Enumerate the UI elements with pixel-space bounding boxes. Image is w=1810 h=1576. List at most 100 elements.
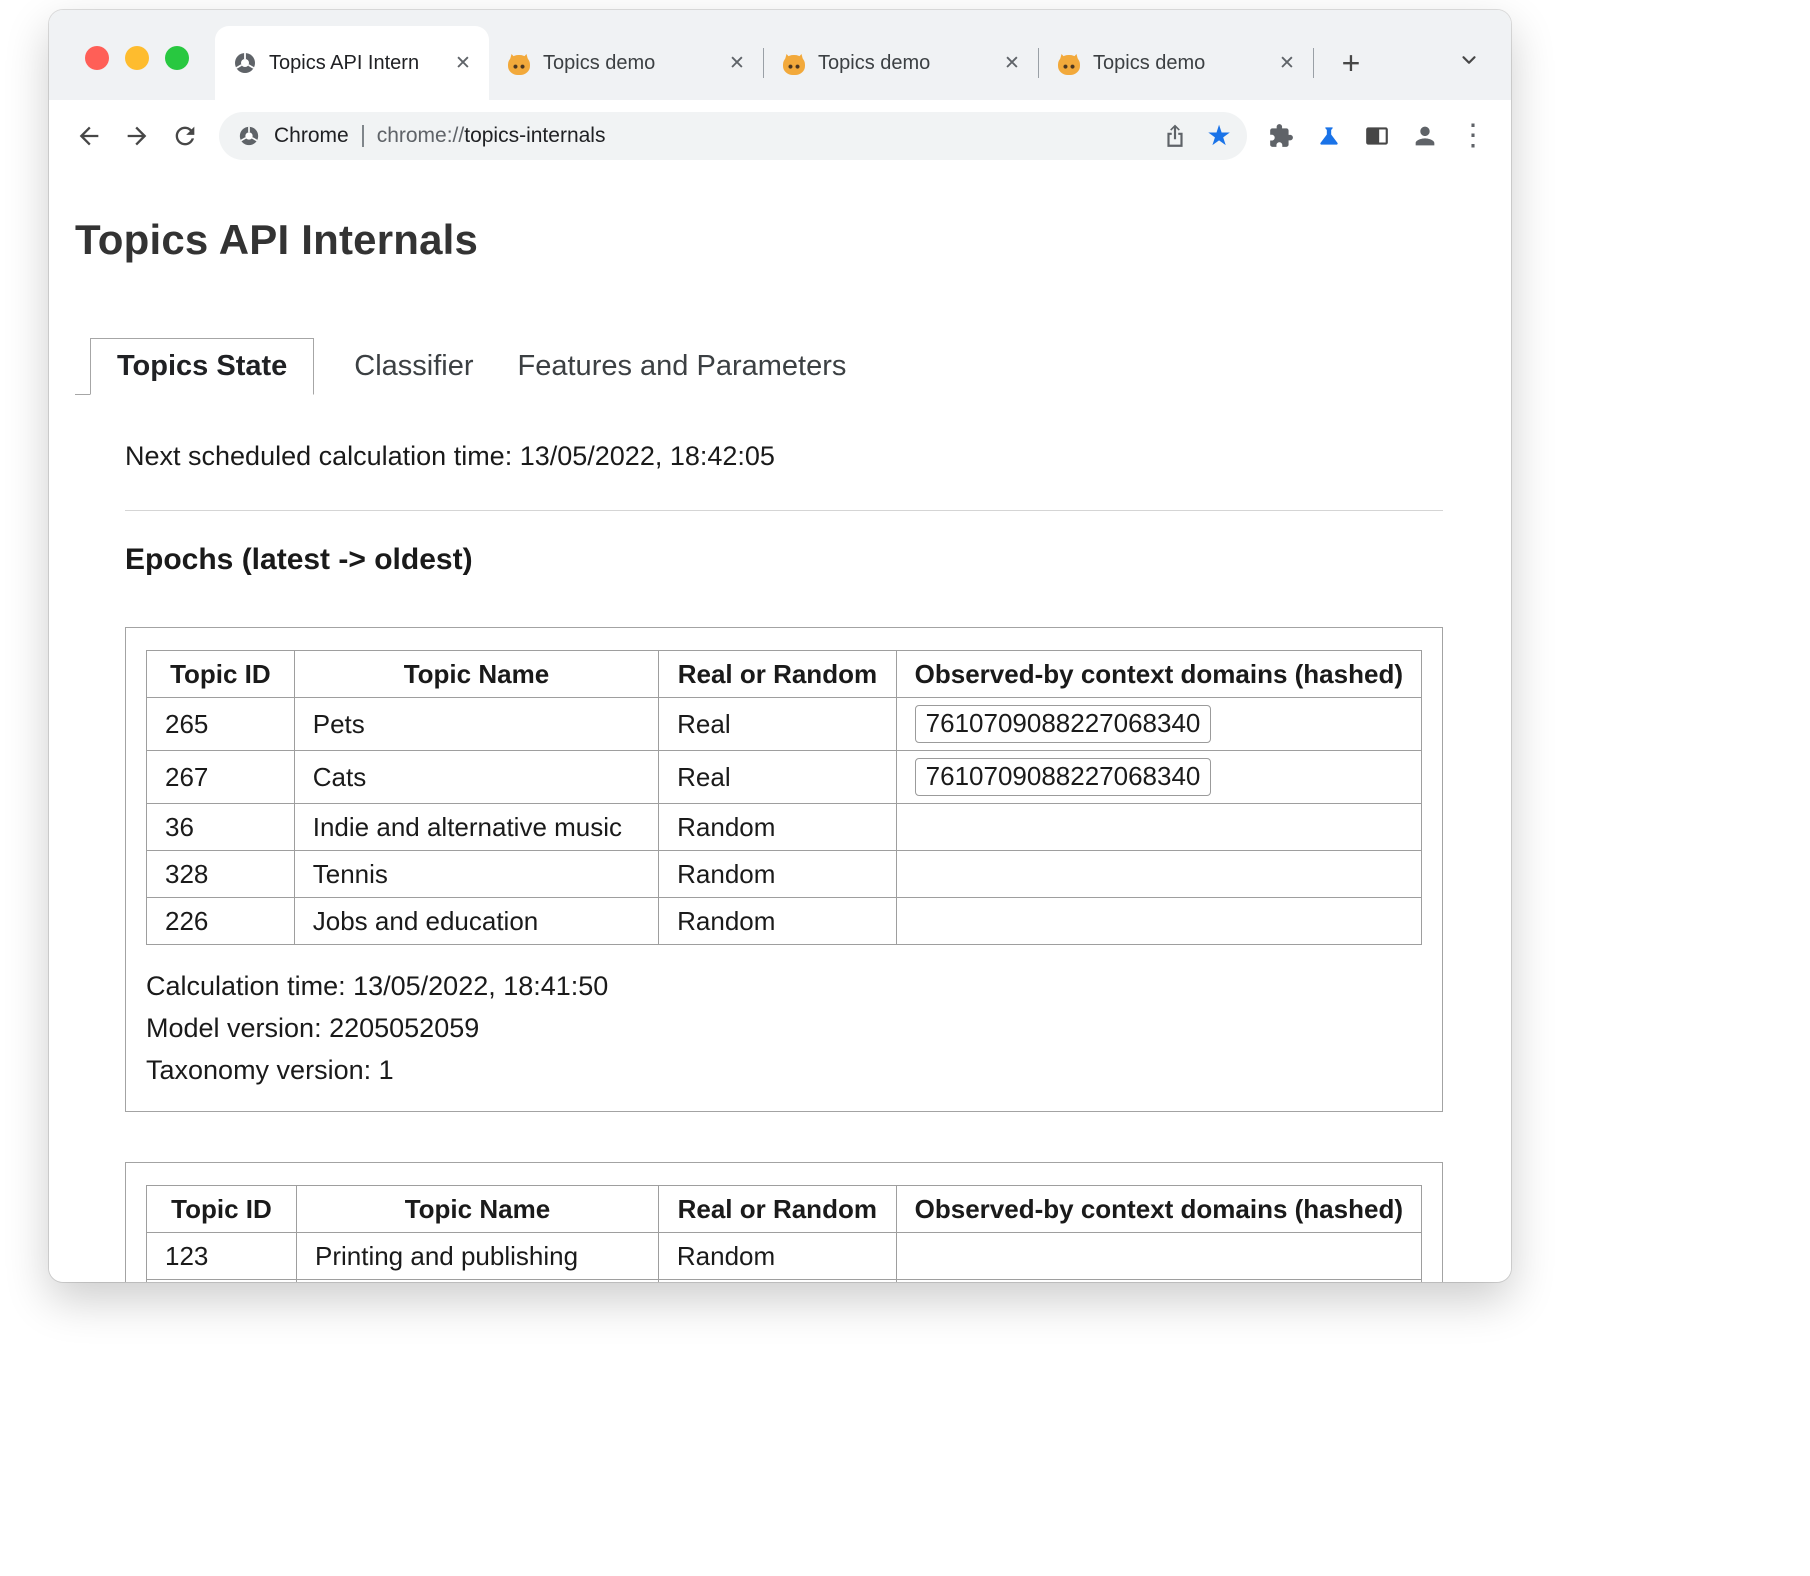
tab-strip: Topics API Intern ✕ Topics demo ✕ Topics… bbox=[49, 10, 1511, 100]
divider bbox=[125, 510, 1443, 511]
table-row: 36 Indie and alternative music Random bbox=[147, 804, 1422, 851]
table-row: 328 Tennis Random bbox=[147, 851, 1422, 898]
browser-tab-topics-demo-3[interactable]: Topics demo ✕ bbox=[1039, 26, 1313, 100]
table-row: 226 Jobs and education Random bbox=[147, 898, 1422, 945]
close-tab-icon[interactable]: ✕ bbox=[998, 49, 1026, 77]
chrome-icon bbox=[237, 124, 261, 148]
page-content: Topics API Internals Topics State Classi… bbox=[49, 172, 1511, 1282]
next-calculation-text: Next scheduled calculation time: 13/05/2… bbox=[125, 441, 1485, 472]
tab-separator bbox=[1313, 48, 1314, 78]
topics-state-panel: Next scheduled calculation time: 13/05/2… bbox=[125, 441, 1485, 1282]
tab-features-and-parameters[interactable]: Features and Parameters bbox=[518, 339, 847, 394]
column-real-or-random: Real or Random bbox=[658, 1186, 896, 1233]
browser-tab-topics-internals[interactable]: Topics API Intern ✕ bbox=[215, 26, 489, 100]
profile-icon[interactable] bbox=[1401, 112, 1449, 160]
browser-window: Topics API Intern ✕ Topics demo ✕ Topics… bbox=[49, 10, 1511, 1282]
close-tab-icon[interactable]: ✕ bbox=[1273, 49, 1301, 77]
real-or-random-cell: Real bbox=[659, 751, 897, 804]
column-topic-name: Topic Name bbox=[296, 1186, 658, 1233]
domains-cell bbox=[896, 804, 1421, 851]
url-separator bbox=[362, 125, 364, 147]
real-or-random-cell: Random bbox=[658, 1280, 896, 1283]
table-row: 200 Fibre and textile arts Random bbox=[147, 1280, 1422, 1283]
browser-tab-topics-demo-2[interactable]: Topics demo ✕ bbox=[764, 26, 1038, 100]
topic-id-cell: 265 bbox=[147, 698, 295, 751]
topic-id-cell: 200 bbox=[147, 1280, 297, 1283]
side-panel-icon[interactable] bbox=[1353, 112, 1401, 160]
site-label: Chrome bbox=[274, 124, 349, 148]
epoch-meta: Calculation time: 13/05/2022, 18:41:50 M… bbox=[146, 965, 1422, 1091]
topic-id-cell: 328 bbox=[147, 851, 295, 898]
epoch-box-older: Topic ID Topic Name Real or Random Obser… bbox=[125, 1162, 1443, 1282]
back-button[interactable] bbox=[65, 112, 113, 160]
bookmark-star-icon[interactable]: ★ bbox=[1197, 114, 1241, 158]
experiments-flask-icon[interactable] bbox=[1305, 112, 1353, 160]
close-window-button[interactable] bbox=[85, 46, 109, 70]
topic-name-cell: Fibre and textile arts bbox=[296, 1280, 658, 1283]
column-observed-domains: Observed-by context domains (hashed) bbox=[896, 651, 1421, 698]
topic-id-cell: 36 bbox=[147, 804, 295, 851]
cat-icon bbox=[782, 51, 806, 75]
epochs-heading: Epochs (latest -> oldest) bbox=[125, 543, 1485, 577]
topic-name-cell: Cats bbox=[294, 751, 658, 804]
calculation-time: Calculation time: 13/05/2022, 18:41:50 bbox=[146, 965, 1422, 1007]
page-tab-bar: Topics State Classifier Features and Par… bbox=[90, 338, 1485, 395]
hashed-domain-value: 7610709088227068340 bbox=[915, 705, 1212, 743]
column-topic-name: Topic Name bbox=[294, 651, 658, 698]
table-header-row: Topic ID Topic Name Real or Random Obser… bbox=[147, 1186, 1422, 1233]
model-version: Model version: 2205052059 bbox=[146, 1007, 1422, 1049]
menu-icon[interactable]: ⋮ bbox=[1449, 112, 1497, 160]
topic-id-cell: 226 bbox=[147, 898, 295, 945]
chrome-page-icon bbox=[233, 51, 257, 75]
minimize-window-button[interactable] bbox=[125, 46, 149, 70]
epoch-box-latest: Topic ID Topic Name Real or Random Obser… bbox=[125, 627, 1443, 1112]
address-bar-text: Chrome chrome://topics-internals bbox=[237, 124, 1153, 148]
share-icon[interactable] bbox=[1153, 114, 1197, 158]
topics-table: Topic ID Topic Name Real or Random Obser… bbox=[146, 1185, 1422, 1282]
real-or-random-cell: Random bbox=[658, 1233, 896, 1280]
table-header-row: Topic ID Topic Name Real or Random Obser… bbox=[147, 651, 1422, 698]
new-tab-button[interactable]: + bbox=[1330, 42, 1372, 84]
tab-topics-state[interactable]: Topics State bbox=[90, 338, 314, 395]
reload-button[interactable] bbox=[161, 112, 209, 160]
tab-title: Topics demo bbox=[543, 52, 711, 75]
close-tab-icon[interactable]: ✕ bbox=[449, 49, 477, 77]
close-tab-icon[interactable]: ✕ bbox=[723, 49, 751, 77]
url-scheme: chrome:// bbox=[377, 124, 465, 147]
hashed-domain-value: 7610709088227068340 bbox=[915, 758, 1212, 796]
domains-cell: 7610709088227068340 bbox=[896, 751, 1421, 804]
zoom-window-button[interactable] bbox=[165, 46, 189, 70]
table-row: 265 Pets Real 7610709088227068340 bbox=[147, 698, 1422, 751]
forward-button[interactable] bbox=[113, 112, 161, 160]
table-row: 267 Cats Real 7610709088227068340 bbox=[147, 751, 1422, 804]
address-bar[interactable]: Chrome chrome://topics-internals ★ bbox=[219, 112, 1247, 160]
domains-cell bbox=[896, 851, 1421, 898]
real-or-random-cell: Random bbox=[659, 804, 897, 851]
topic-name-cell: Tennis bbox=[294, 851, 658, 898]
real-or-random-cell: Random bbox=[659, 851, 897, 898]
column-topic-id: Topic ID bbox=[147, 651, 295, 698]
topic-id-cell: 123 bbox=[147, 1233, 297, 1280]
topic-name-cell: Jobs and education bbox=[294, 898, 658, 945]
topic-name-cell: Pets bbox=[294, 698, 658, 751]
browser-tab-topics-demo-1[interactable]: Topics demo ✕ bbox=[489, 26, 763, 100]
real-or-random-cell: Real bbox=[659, 698, 897, 751]
window-controls bbox=[85, 46, 189, 70]
topic-id-cell: 267 bbox=[147, 751, 295, 804]
domains-cell: 7610709088227068340 bbox=[896, 698, 1421, 751]
cat-icon bbox=[1057, 51, 1081, 75]
tab-search-chevron-icon[interactable] bbox=[1453, 44, 1485, 76]
topics-table: Topic ID Topic Name Real or Random Obser… bbox=[146, 650, 1422, 945]
page-title: Topics API Internals bbox=[75, 216, 1485, 264]
extensions-icon[interactable] bbox=[1257, 112, 1305, 160]
taxonomy-version: Taxonomy version: 1 bbox=[146, 1049, 1422, 1091]
column-observed-domains: Observed-by context domains (hashed) bbox=[896, 1186, 1421, 1233]
domains-cell bbox=[896, 1233, 1421, 1280]
topic-name-cell: Indie and alternative music bbox=[294, 804, 658, 851]
domains-cell bbox=[896, 898, 1421, 945]
browser-toolbar: Chrome chrome://topics-internals ★ ⋮ bbox=[49, 100, 1511, 172]
real-or-random-cell: Random bbox=[659, 898, 897, 945]
column-real-or-random: Real or Random bbox=[659, 651, 897, 698]
url-text: chrome://topics-internals bbox=[377, 124, 606, 148]
tab-classifier[interactable]: Classifier bbox=[354, 339, 473, 394]
